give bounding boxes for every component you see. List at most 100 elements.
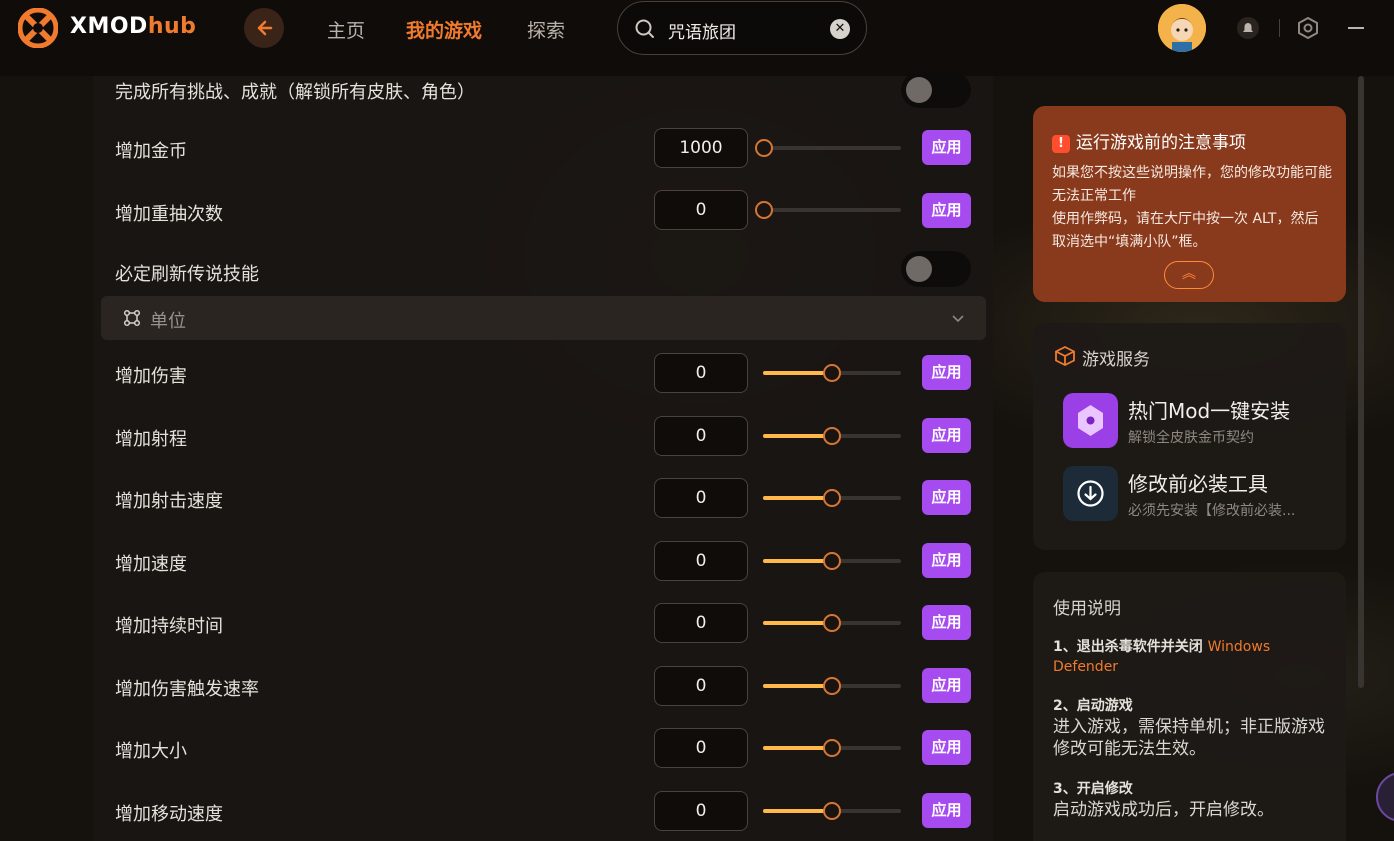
- mod-label: 增加重抽次数: [115, 204, 223, 225]
- slider-fill: [763, 746, 832, 750]
- value-field[interactable]: 0: [654, 478, 748, 518]
- minimize-icon[interactable]: [1344, 16, 1368, 40]
- value-field[interactable]: 0: [654, 728, 748, 768]
- mod-label: 增加持续时间: [115, 616, 223, 637]
- apply-button[interactable]: 应用: [922, 730, 971, 765]
- value-slider[interactable]: [763, 802, 901, 820]
- mod-row-unit: 增加移动速度 0 应用: [93, 781, 993, 841]
- value-slider[interactable]: [763, 489, 901, 507]
- step-body: 启动游戏成功后，开启修改。: [1053, 800, 1274, 820]
- mod-row-unit: 增加持续时间 0 应用: [93, 593, 993, 653]
- bell-icon[interactable]: [1236, 16, 1260, 40]
- mod-row-gold: 增加金币 1000 应用: [93, 118, 993, 178]
- service-item-required-tools[interactable]: 修改前必装工具 必须先安装【修改前必装...: [1063, 466, 1333, 522]
- slider-knob[interactable]: [823, 614, 841, 632]
- slider-knob[interactable]: [823, 677, 841, 695]
- right-scrollbar[interactable]: [1358, 76, 1364, 688]
- value-field[interactable]: 0: [654, 541, 748, 581]
- notice-body: 如果您不按这些说明操作，您的修改功能可能无法正常工作 使用作弊码，请在大厅中按一…: [1052, 162, 1332, 254]
- apply-button[interactable]: 应用: [922, 793, 971, 828]
- mod-label: 增加金币: [115, 141, 187, 162]
- search-input[interactable]: 咒语旅团: [668, 18, 736, 43]
- slider-knob[interactable]: [823, 552, 841, 570]
- apply-button[interactable]: 应用: [922, 543, 971, 578]
- mod-row-unit: 增加大小 0 应用: [93, 718, 993, 778]
- toggle-knob: [906, 256, 932, 282]
- instruction-step-1: 1、退出杀毒软件并关闭 Windows Defender: [1053, 637, 1333, 677]
- slider-knob[interactable]: [755, 201, 773, 219]
- step-heading: 3、开启修改: [1053, 781, 1133, 797]
- value-slider[interactable]: [763, 364, 901, 382]
- back-button[interactable]: [244, 8, 284, 48]
- service-subtitle: 解锁全皮肤金币契约: [1128, 430, 1254, 446]
- mod-install-icon: [1063, 393, 1118, 448]
- step-heading: 1、退出杀毒软件并关闭: [1053, 639, 1203, 655]
- reroll-value-field[interactable]: 0: [654, 190, 748, 230]
- gold-value-field[interactable]: 1000: [654, 128, 748, 168]
- settings-icon[interactable]: [1296, 16, 1320, 40]
- slider-fill: [763, 371, 832, 375]
- service-item-hot-mods[interactable]: 热门Mod一键安装 解锁全皮肤金币契约: [1063, 393, 1333, 449]
- slider-knob[interactable]: [823, 489, 841, 507]
- nav-explore[interactable]: 探索: [527, 16, 565, 43]
- value-field[interactable]: 0: [654, 666, 748, 706]
- mod-row-unit: 增加射击速度 0 应用: [93, 468, 993, 528]
- notice-title: ! 运行游戏前的注意事项: [1052, 128, 1246, 153]
- mod-row-unit: 增加射程 0 应用: [93, 406, 993, 466]
- slider-knob[interactable]: [755, 139, 773, 157]
- mod-label: 增加大小: [115, 741, 187, 762]
- value-field[interactable]: 0: [654, 353, 748, 393]
- game-services-card: 游戏服务 热门Mod一键安装 解锁全皮肤金币契约 修改前必装工具 必须先安装【修…: [1033, 323, 1346, 550]
- reroll-slider[interactable]: [755, 201, 901, 219]
- avatar-image: [1158, 4, 1206, 52]
- slider-knob[interactable]: [823, 802, 841, 820]
- avatar[interactable]: [1158, 4, 1206, 52]
- value-slider[interactable]: [763, 614, 901, 632]
- mod-label: 必定刷新传说技能: [115, 264, 259, 285]
- value-slider[interactable]: [763, 552, 901, 570]
- mod-row-unit: 增加伤害触发速率 0 应用: [93, 656, 993, 716]
- instruction-step-2: 2、启动游戏 进入游戏，需保持单机；非正版游戏修改可能无法生效。: [1053, 696, 1333, 760]
- instruction-step-3: 3、开启修改 启动游戏成功后，开启修改。: [1053, 779, 1333, 821]
- slider-knob[interactable]: [823, 427, 841, 445]
- toggle-unlock-all[interactable]: [901, 72, 971, 108]
- notice-line-1: 如果您不按这些说明操作，您的修改功能可能无法正常工作: [1052, 165, 1332, 204]
- toggle-legendary-skill[interactable]: [901, 251, 971, 287]
- value-slider[interactable]: [763, 427, 901, 445]
- value-slider[interactable]: [763, 677, 901, 695]
- notice-line-2: 使用作弊码，请在大厅中按一次 ALT，然后取消选中“填满小队”框。: [1052, 211, 1319, 250]
- mod-row-unit: 增加速度 0 应用: [93, 531, 993, 591]
- instructions-card: 使用说明 1、退出杀毒软件并关闭 Windows Defender 2、启动游戏…: [1033, 572, 1346, 841]
- apply-button[interactable]: 应用: [922, 480, 971, 515]
- apply-button[interactable]: 应用: [922, 418, 971, 453]
- section-title: 单位: [150, 311, 186, 332]
- search-box[interactable]: 咒语旅团 ✕: [617, 1, 867, 55]
- clear-search-icon[interactable]: ✕: [830, 19, 850, 39]
- mods-panel: 完成所有挑战、成就（解锁所有皮肤、角色） 增加金币 1000 应用 增加重抽次数…: [93, 72, 993, 841]
- apply-button[interactable]: 应用: [922, 668, 971, 703]
- apply-button[interactable]: 应用: [922, 130, 971, 165]
- gold-slider[interactable]: [755, 139, 901, 157]
- slider-knob[interactable]: [823, 739, 841, 757]
- nav-my-games[interactable]: 我的游戏: [406, 16, 482, 43]
- value-field[interactable]: 0: [654, 416, 748, 456]
- apply-button[interactable]: 应用: [922, 193, 971, 228]
- value-slider[interactable]: [763, 739, 901, 757]
- step-heading: 2、启动游戏: [1053, 698, 1133, 714]
- slider-knob[interactable]: [823, 364, 841, 382]
- mod-label: 增加伤害触发速率: [115, 679, 259, 700]
- instructions-title: 使用说明: [1053, 599, 1121, 619]
- slider-fill: [763, 434, 832, 438]
- toggle-knob: [906, 77, 932, 103]
- collapse-button[interactable]: ︽: [1164, 261, 1214, 289]
- section-units-header[interactable]: 单位: [101, 296, 986, 340]
- apply-button[interactable]: 应用: [922, 605, 971, 640]
- services-title: 游戏服务: [1082, 350, 1150, 370]
- slider-fill: [763, 496, 832, 500]
- value-field[interactable]: 0: [654, 791, 748, 831]
- apply-button[interactable]: 应用: [922, 355, 971, 390]
- nav-home[interactable]: 主页: [327, 16, 365, 43]
- mod-label: 增加射程: [115, 429, 187, 450]
- mod-label: 增加射击速度: [115, 491, 223, 512]
- value-field[interactable]: 0: [654, 603, 748, 643]
